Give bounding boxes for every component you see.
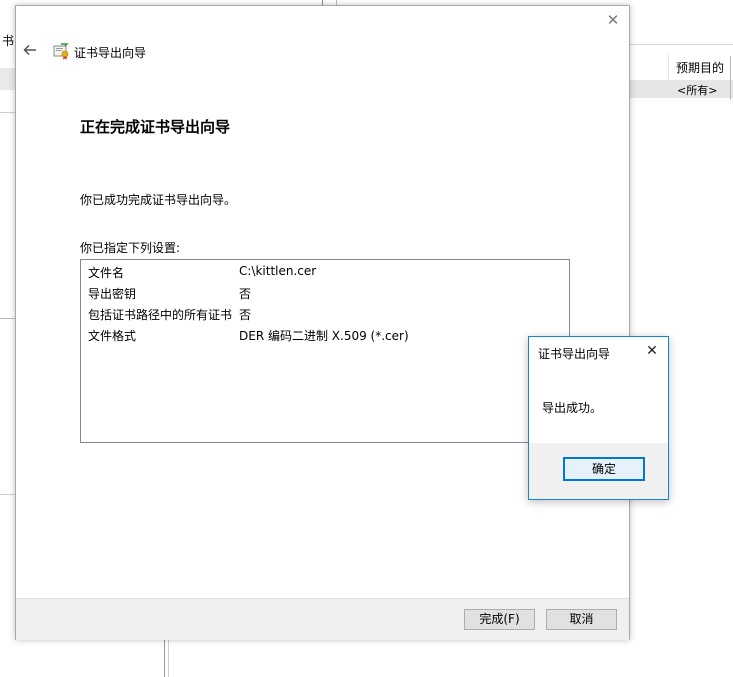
setting-value: C:\kittlen.cer bbox=[239, 264, 317, 278]
close-icon[interactable]: ✕ bbox=[605, 12, 621, 28]
page-heading: 正在完成证书导出向导 bbox=[80, 118, 231, 136]
success-message: 你已成功完成证书导出向导。 bbox=[80, 193, 237, 207]
wizard-footer: 完成(F) 取消 bbox=[16, 598, 629, 640]
setting-key: 文件格式 bbox=[88, 329, 137, 343]
setting-key: 文件名 bbox=[88, 266, 125, 280]
background-divider bbox=[168, 640, 169, 677]
background-divider bbox=[730, 56, 731, 100]
dialog-message: 导出成功。 bbox=[542, 401, 603, 415]
certificate-icon bbox=[52, 42, 70, 60]
background-toolbar bbox=[630, 20, 733, 45]
setting-value: DER 编码二进制 X.509 (*.cer) bbox=[239, 329, 409, 343]
settings-label: 你已指定下列设置: bbox=[80, 241, 181, 255]
setting-key: 导出密钥 bbox=[88, 287, 137, 301]
ok-button[interactable]: 确定 bbox=[563, 457, 645, 481]
setting-value: 否 bbox=[239, 287, 252, 301]
background-divider bbox=[0, 112, 15, 113]
dialog-title: 证书导出向导 bbox=[538, 347, 611, 361]
cancel-button[interactable]: 取消 bbox=[546, 609, 617, 630]
dialog-footer: 确定 bbox=[529, 443, 668, 499]
wizard-title: 证书导出向导 bbox=[74, 46, 147, 60]
back-arrow-icon[interactable] bbox=[23, 43, 41, 59]
background-column-separator bbox=[668, 54, 669, 80]
column-header-intended-purpose[interactable]: 预期目的 bbox=[676, 59, 724, 76]
background-divider bbox=[0, 494, 15, 495]
table-cell-purpose: <所有> bbox=[677, 84, 718, 97]
background-window-row bbox=[0, 68, 15, 90]
settings-list[interactable]: 文件名 C:\kittlen.cer 导出密钥 否 包括证书路径中的所有证书 否… bbox=[80, 259, 570, 443]
background-divider bbox=[0, 318, 15, 319]
setting-value: 否 bbox=[239, 308, 252, 322]
certificate-export-wizard: ✕ 证书导出向导 正在完成证书导出向导 你已成功完成证书导出向导。 你已指定下列… bbox=[15, 5, 630, 640]
export-success-dialog: 证书导出向导 ✕ 导出成功。 确定 bbox=[528, 336, 669, 500]
background-window-text: 书 bbox=[2, 34, 15, 48]
finish-button[interactable]: 完成(F) bbox=[464, 609, 535, 630]
close-icon[interactable]: ✕ bbox=[644, 343, 660, 359]
setting-key: 包括证书路径中的所有证书 bbox=[88, 308, 233, 322]
background-divider bbox=[164, 640, 165, 677]
